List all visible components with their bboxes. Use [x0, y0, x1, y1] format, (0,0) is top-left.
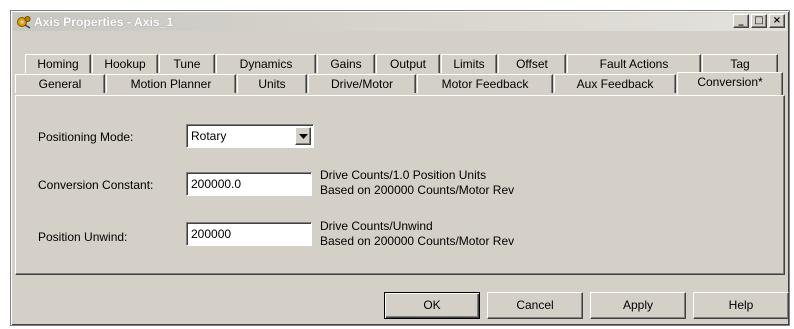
tab-drive-motor[interactable]: Drive/Motor [308, 74, 416, 93]
tab-gains[interactable]: Gains [317, 54, 375, 73]
conversion-constant-input[interactable]: 200000.0 [186, 172, 312, 196]
tab-dynamics[interactable]: Dynamics [216, 54, 316, 73]
tab-conversion[interactable]: Conversion* [677, 72, 783, 95]
tab-tag[interactable]: Tag [702, 54, 778, 73]
apply-button[interactable]: Apply [590, 292, 686, 319]
dropdown-arrow-icon[interactable] [295, 127, 311, 145]
positioning-mode-value: Rotary [191, 129, 227, 143]
tab-offset[interactable]: Offset [498, 54, 566, 73]
tab-output[interactable]: Output [376, 54, 440, 73]
position-unwind-units: Drive Counts/Unwind [320, 219, 433, 233]
maximize-button[interactable]: □ [751, 14, 767, 28]
tab-hookup[interactable]: Hookup [92, 54, 158, 73]
tab-units[interactable]: Units [237, 74, 307, 93]
conversion-constant-units: Drive Counts/1.0 Position Units [320, 168, 487, 182]
minimize-button[interactable]: _ [733, 14, 749, 28]
window-title: Axis Properties - Axis_1 [34, 15, 174, 29]
close-button[interactable]: × [769, 14, 785, 28]
conversion-constant-label: Conversion Constant: [38, 178, 154, 192]
tab-tune[interactable]: Tune [159, 54, 215, 73]
axis-properties-dialog: Axis Properties - Axis_1 _ □ × Homing Ho… [10, 10, 790, 326]
conversion-panel: Positioning Mode: Rotary Conversion Cons… [15, 95, 785, 275]
tab-homing[interactable]: Homing [25, 54, 91, 73]
cancel-button[interactable]: Cancel [487, 292, 583, 319]
axis-gear-icon [15, 14, 31, 30]
tab-aux-feedback[interactable]: Aux Feedback [554, 74, 676, 93]
tab-limits[interactable]: Limits [441, 54, 497, 73]
ok-button[interactable]: OK [384, 292, 480, 319]
positioning-mode-label: Positioning Mode: [38, 130, 134, 144]
tab-general[interactable]: General [15, 74, 105, 93]
conversion-constant-basis: Based on 200000 Counts/Motor Rev [320, 183, 515, 197]
window-controls: _ □ × [731, 14, 785, 28]
position-unwind-label: Position Unwind: [38, 230, 128, 244]
tab-motion-planner[interactable]: Motion Planner [106, 74, 236, 93]
tab-fault-actions[interactable]: Fault Actions [567, 54, 701, 73]
position-unwind-input[interactable]: 200000 [186, 222, 312, 246]
help-button[interactable]: Help [693, 292, 789, 319]
tab-motor-feedback[interactable]: Motor Feedback [417, 74, 553, 93]
position-unwind-basis: Based on 200000 Counts/Motor Rev [320, 234, 515, 248]
positioning-mode-select[interactable]: Rotary [186, 124, 314, 148]
title-bar[interactable]: Axis Properties - Axis_1 _ □ × [13, 13, 787, 31]
